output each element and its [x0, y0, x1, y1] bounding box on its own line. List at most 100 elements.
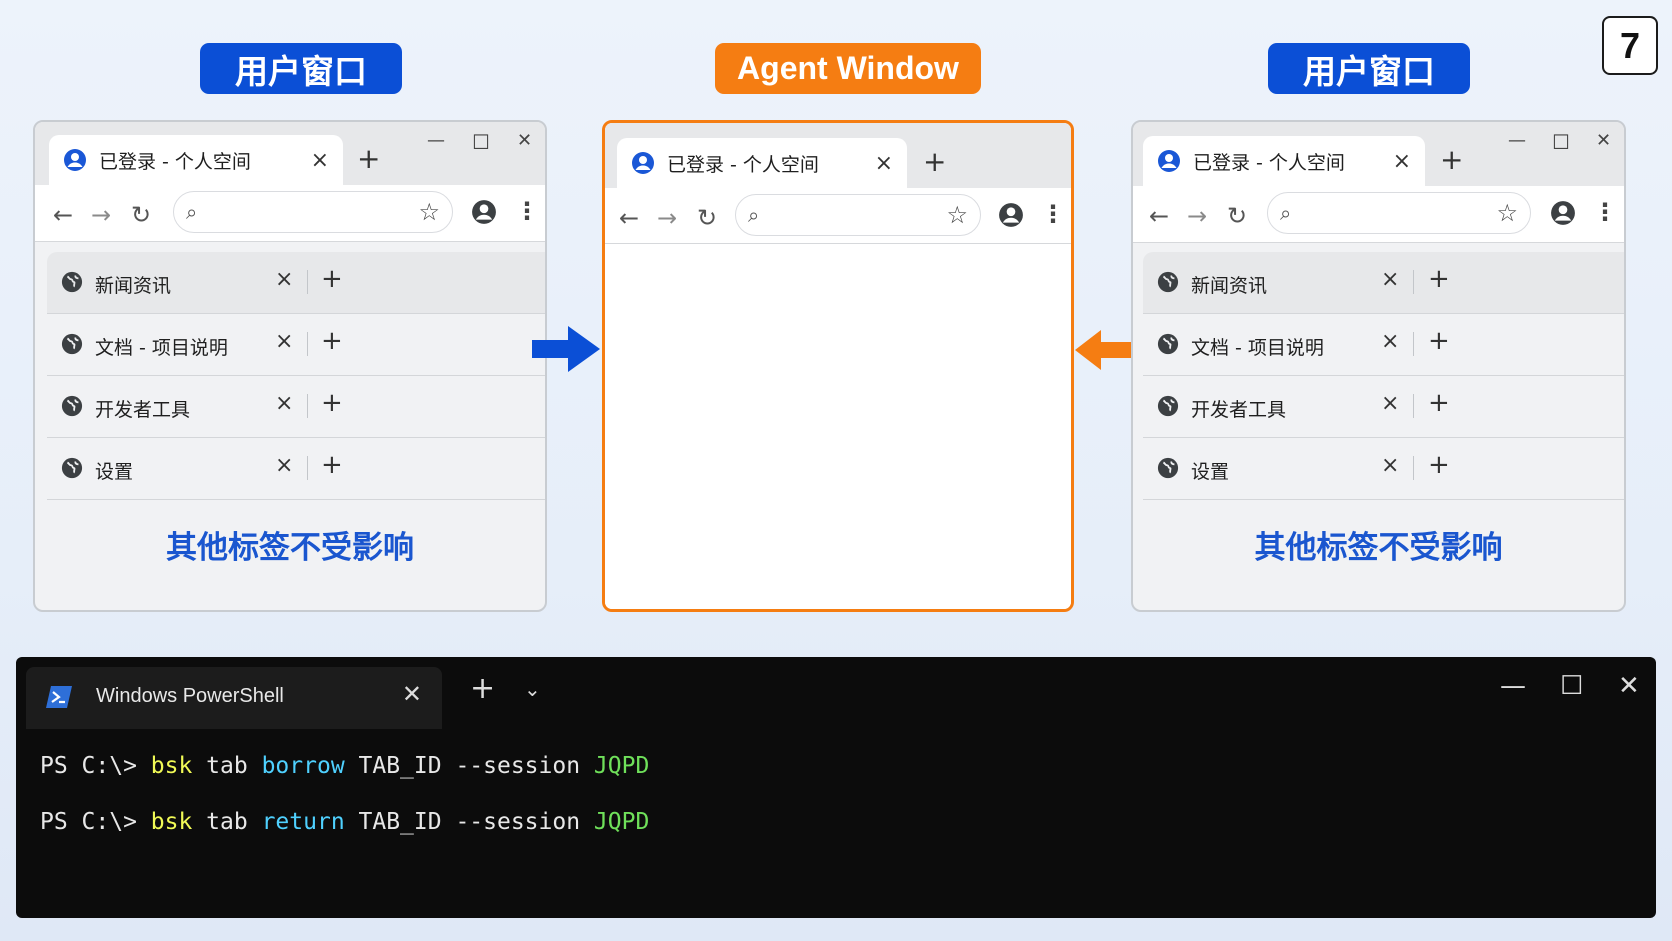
- forward-icon[interactable]: →: [1187, 202, 1207, 230]
- tab-row-close-icon[interactable]: ×: [1381, 453, 1399, 478]
- tab-row-close-icon[interactable]: ×: [1381, 267, 1399, 292]
- list-item-tab[interactable]: 设置 × +: [47, 438, 545, 500]
- list-item-tab[interactable]: 开发者工具 × +: [47, 376, 545, 438]
- menu-icon[interactable]: ⋮: [515, 197, 539, 225]
- session-id: JQPD: [593, 809, 650, 835]
- account-icon[interactable]: [471, 199, 497, 225]
- terminal-line: PS C:\> bsk tab return TAB_ID --session …: [40, 809, 649, 835]
- divider: [1413, 332, 1414, 356]
- list-item-tab[interactable]: 新闻资讯 × +: [47, 252, 545, 314]
- divider: [1413, 270, 1414, 294]
- tab-row-close-icon[interactable]: ×: [275, 391, 293, 416]
- tab-row-close-icon[interactable]: ×: [275, 453, 293, 478]
- maximize-icon[interactable]: ☐: [1552, 130, 1570, 154]
- tab-row-close-icon[interactable]: ×: [1381, 391, 1399, 416]
- forward-icon[interactable]: →: [91, 201, 111, 229]
- tab-title: 已登录 - 个人空间: [1193, 151, 1345, 174]
- bookmark-star-icon[interactable]: ☆: [1496, 199, 1518, 227]
- tab-row-close-icon[interactable]: ×: [275, 329, 293, 354]
- globe-icon: [1157, 395, 1179, 417]
- reload-icon[interactable]: ↻: [1227, 202, 1247, 230]
- reload-icon[interactable]: ↻: [131, 201, 151, 229]
- menu-icon[interactable]: ⋮: [1041, 200, 1065, 228]
- profile-icon: [64, 149, 86, 171]
- browser-tab[interactable]: 已登录 - 个人空间 ×: [1143, 136, 1425, 186]
- bookmark-star-icon[interactable]: ☆: [946, 201, 968, 229]
- session-id: JQPD: [593, 753, 650, 779]
- browser-toolbar: ← → ↻ ⌕ ☆ ⋮: [605, 188, 1071, 244]
- globe-icon: [61, 457, 83, 479]
- divider: [1413, 456, 1414, 480]
- address-bar[interactable]: ⌕ ☆: [1267, 192, 1531, 234]
- maximize-icon[interactable]: ☐: [1560, 671, 1583, 701]
- menu-icon[interactable]: ⋮: [1593, 198, 1617, 226]
- search-icon: ⌕: [1280, 201, 1292, 225]
- new-tab-button[interactable]: +: [1440, 143, 1463, 176]
- arrow-right-icon: [532, 326, 600, 372]
- bookmark-star-icon[interactable]: ☆: [418, 198, 440, 226]
- browser-tab[interactable]: 已登录 - 个人空间 ×: [49, 135, 343, 185]
- maximize-icon[interactable]: ☐: [472, 130, 490, 154]
- terminal-tab[interactable]: Windows PowerShell ✕: [26, 667, 442, 729]
- list-item-tab[interactable]: 文档 - 项目说明 × +: [1143, 314, 1624, 376]
- forward-icon[interactable]: →: [657, 204, 677, 232]
- tab-title: 已登录 - 个人空间: [667, 153, 819, 176]
- close-window-icon[interactable]: ✕: [1596, 130, 1611, 151]
- back-icon[interactable]: ←: [1149, 202, 1169, 230]
- list-item-tab[interactable]: 新闻资讯 × +: [1143, 252, 1624, 314]
- tab-row-add-icon[interactable]: +: [1428, 326, 1450, 356]
- list-item-tab[interactable]: 文档 - 项目说明 × +: [47, 314, 545, 376]
- terminal-new-tab-button[interactable]: +: [470, 671, 495, 706]
- minimize-icon[interactable]: —: [1500, 671, 1526, 701]
- minimize-icon[interactable]: —: [1508, 130, 1526, 151]
- tab-row-add-icon[interactable]: +: [1428, 388, 1450, 418]
- account-icon[interactable]: [998, 202, 1024, 228]
- close-window-icon[interactable]: ✕: [517, 130, 532, 151]
- tab-row-close-icon[interactable]: ×: [1381, 329, 1399, 354]
- address-bar[interactable]: ⌕ ☆: [173, 191, 453, 233]
- chevron-down-icon[interactable]: ⌄: [524, 677, 541, 701]
- command-text: TAB_ID --session: [344, 809, 594, 835]
- tab-row-label: 新闻资讯: [1191, 275, 1268, 297]
- back-icon[interactable]: ←: [619, 204, 639, 232]
- tab-close-icon[interactable]: ×: [1393, 149, 1411, 174]
- list-item-tab[interactable]: 设置 × +: [1143, 438, 1624, 500]
- tab-row-label: 设置: [95, 461, 134, 483]
- globe-icon: [61, 395, 83, 417]
- command-text: tab: [192, 809, 262, 835]
- globe-icon: [1157, 333, 1179, 355]
- powershell-icon: [46, 686, 72, 708]
- tab-row-add-icon[interactable]: +: [1428, 264, 1450, 294]
- label-user-window-left: 用户窗口: [200, 43, 402, 94]
- tab-row-add-icon[interactable]: +: [321, 388, 343, 418]
- command: bsk: [150, 809, 193, 835]
- reload-icon[interactable]: ↻: [697, 204, 717, 232]
- tab-row-label: 文档 - 项目说明: [1191, 337, 1324, 359]
- tab-row-add-icon[interactable]: +: [1428, 450, 1450, 480]
- divider: [307, 332, 308, 356]
- globe-icon: [1157, 457, 1179, 479]
- list-item-tab[interactable]: 开发者工具 × +: [1143, 376, 1624, 438]
- command: bsk: [150, 753, 193, 779]
- label-user-window-right: 用户窗口: [1268, 43, 1470, 94]
- globe-icon: [61, 333, 83, 355]
- browser-tab[interactable]: 已登录 - 个人空间 ×: [617, 138, 907, 188]
- account-icon[interactable]: [1550, 200, 1576, 226]
- tab-close-icon[interactable]: ×: [311, 148, 329, 173]
- address-bar[interactable]: ⌕ ☆: [735, 194, 981, 236]
- tab-row-add-icon[interactable]: +: [321, 326, 343, 356]
- minimize-icon[interactable]: —: [427, 130, 445, 151]
- tab-row-add-icon[interactable]: +: [321, 264, 343, 294]
- command-text: tab: [192, 753, 262, 779]
- new-tab-button[interactable]: +: [923, 145, 946, 178]
- tab-close-icon[interactable]: ×: [875, 151, 893, 176]
- tab-row-label: 开发者工具: [95, 399, 191, 421]
- tab-row-add-icon[interactable]: +: [321, 450, 343, 480]
- profile-icon: [1158, 150, 1180, 172]
- browser-toolbar: ← → ↻ ⌕ ☆ ⋮: [1133, 186, 1624, 243]
- tab-row-close-icon[interactable]: ×: [275, 267, 293, 292]
- new-tab-button[interactable]: +: [357, 142, 380, 175]
- terminal-tab-close-icon[interactable]: ✕: [402, 680, 422, 708]
- back-icon[interactable]: ←: [53, 201, 73, 229]
- close-window-icon[interactable]: ✕: [1618, 671, 1640, 701]
